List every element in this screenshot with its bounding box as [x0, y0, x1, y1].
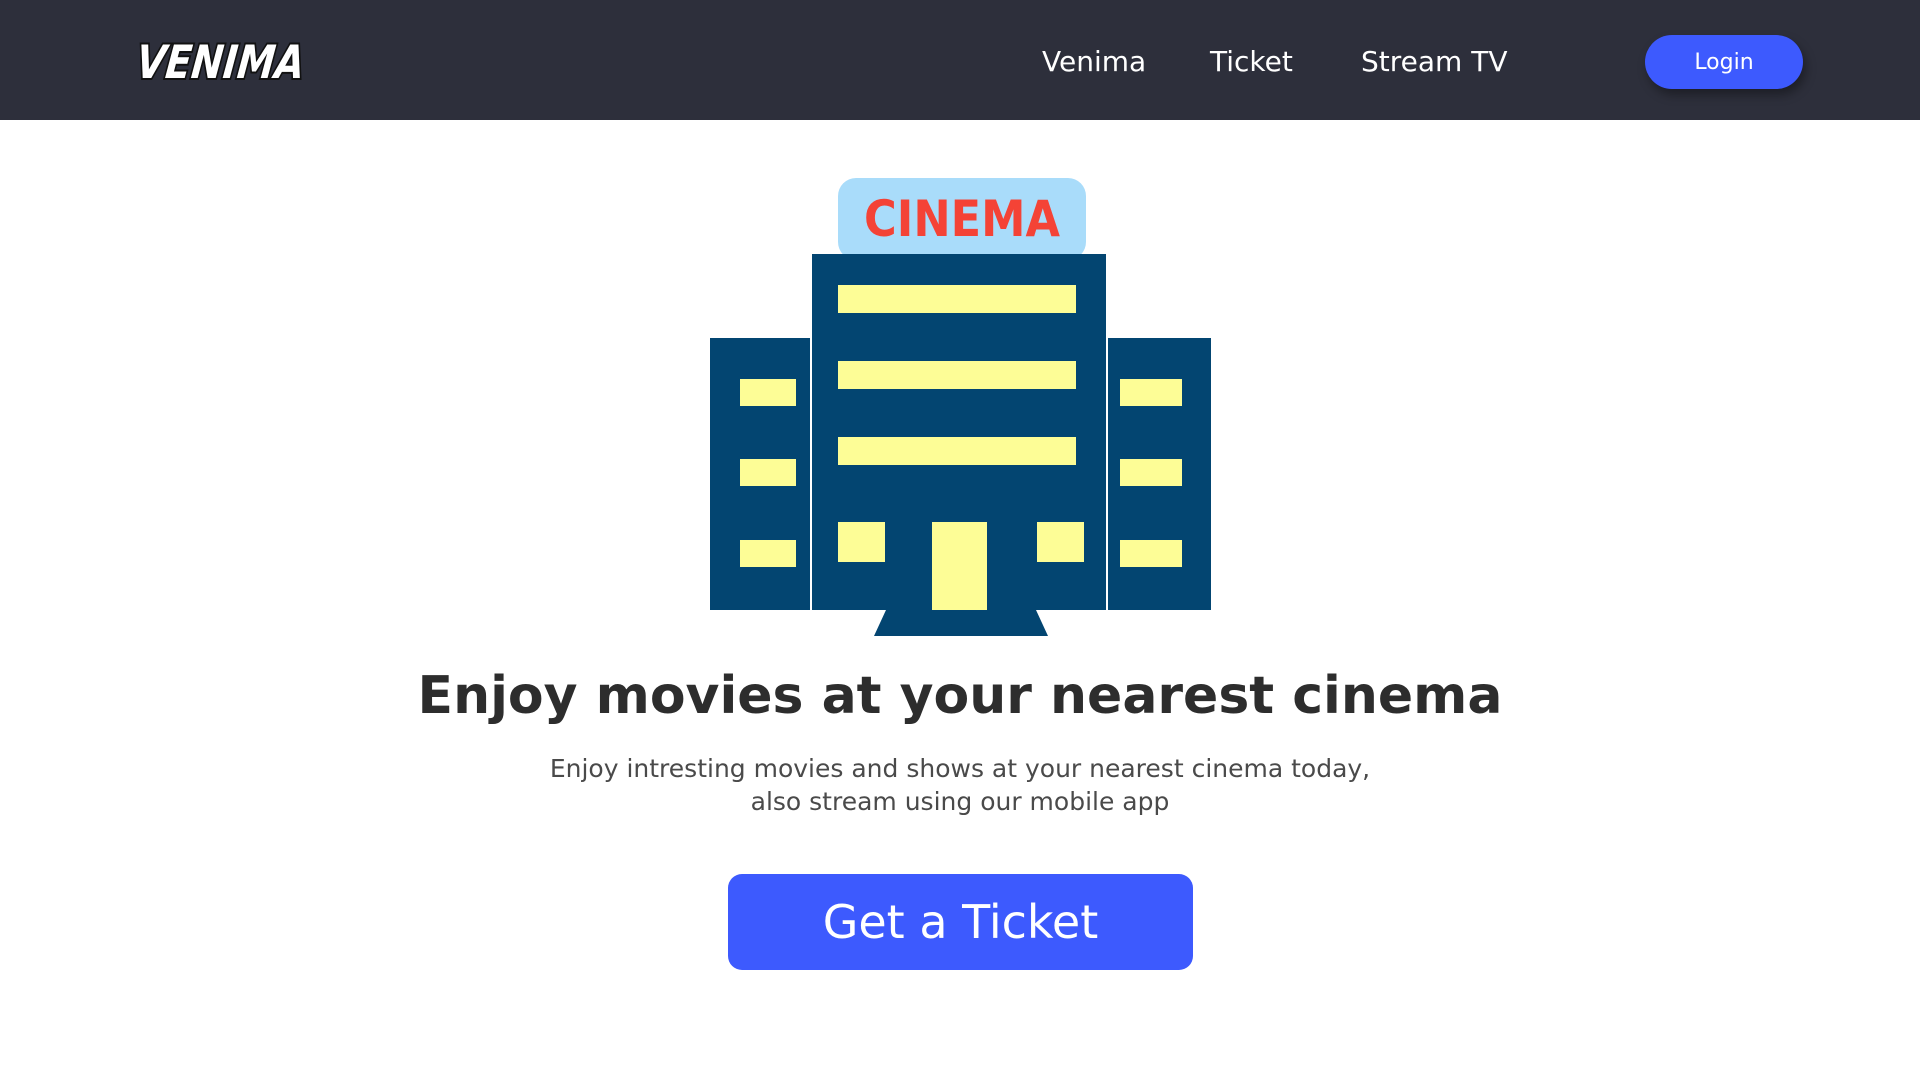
- tower-window: [838, 522, 885, 562]
- venima-logo[interactable]: VENIMA: [134, 30, 314, 88]
- wing-window: [740, 459, 796, 486]
- wing-window: [740, 540, 796, 567]
- wing-window: [1120, 459, 1182, 486]
- hero-subtext: Enjoy intresting movies and shows at you…: [460, 752, 1460, 818]
- tower-window: [838, 437, 1076, 465]
- tower-window: [1037, 522, 1084, 562]
- nav-link-ticket[interactable]: Ticket: [1210, 40, 1293, 84]
- hero-subtext-line-2: also stream using our mobile app: [750, 787, 1170, 816]
- hero-headline: Enjoy movies at your nearest cinema: [417, 666, 1503, 726]
- building-base: [874, 610, 1048, 636]
- wing-window: [1120, 379, 1182, 406]
- logo-text: VENIMA: [134, 35, 307, 88]
- tower-window: [838, 361, 1076, 389]
- tower-window: [838, 285, 1076, 313]
- nav-link-venima[interactable]: Venima: [1042, 40, 1146, 84]
- cinema-sign-text: CINEMA: [864, 190, 1060, 248]
- wing-window: [740, 379, 796, 406]
- cinema-building-icon: CINEMA: [710, 178, 1211, 636]
- navbar: VENIMA Venima Ticket Stream TV Login: [0, 0, 1920, 120]
- wing-window: [1120, 540, 1182, 567]
- hero-subtext-line-1: Enjoy intresting movies and shows at you…: [549, 754, 1371, 783]
- get-ticket-button[interactable]: Get a Ticket: [728, 874, 1193, 970]
- cinema-door: [932, 522, 987, 610]
- nav-link-stream-tv[interactable]: Stream TV: [1361, 40, 1507, 84]
- login-button[interactable]: Login: [1645, 35, 1803, 89]
